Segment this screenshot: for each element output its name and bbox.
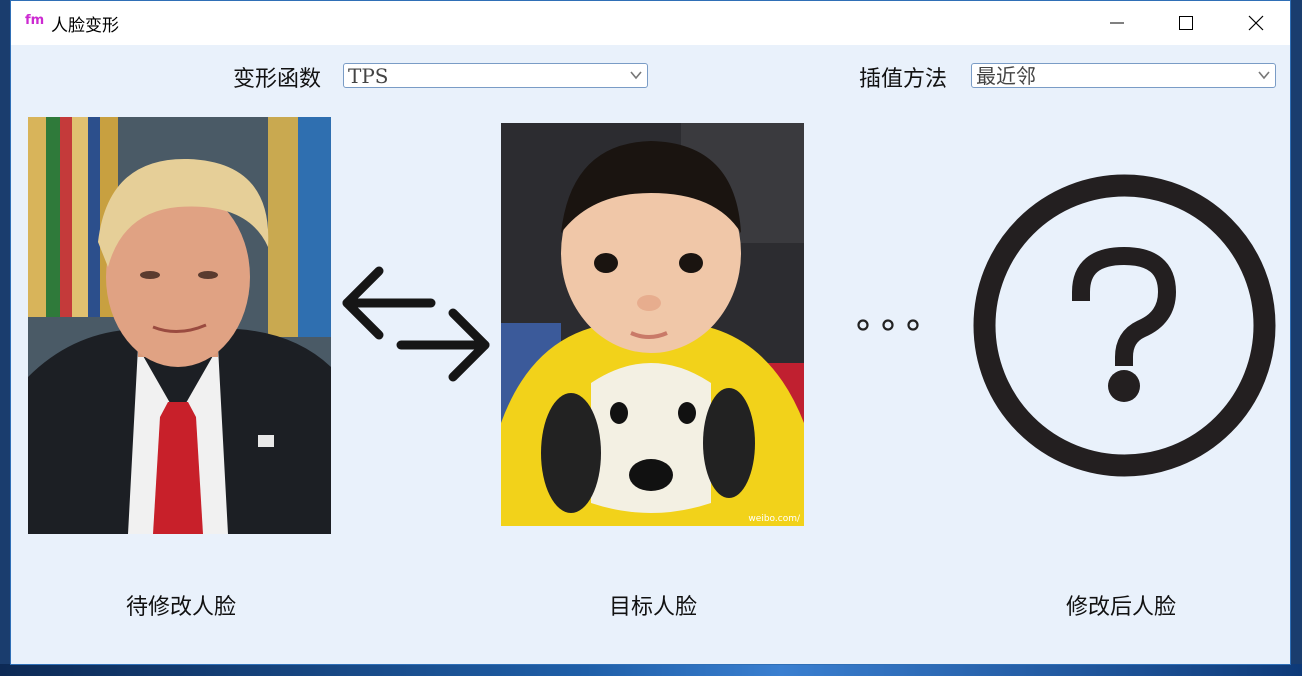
result-face-caption: 修改后人脸 [1065, 595, 1176, 620]
window-title: 人脸变形 [51, 16, 119, 36]
source-face-caption: 待修改人脸 [125, 595, 236, 620]
swap-arrows-icon [342, 266, 490, 382]
image-watermark: weibo.com/ [748, 514, 800, 524]
chevron-down-icon [630, 71, 642, 80]
title-bar[interactable]: fm 人脸变形 [11, 1, 1290, 45]
main-window: fm 人脸变形 变形函数 TPS 插值方法 最近邻 weibo.com/ 待修改… [10, 0, 1291, 665]
question-circle-icon [973, 174, 1276, 477]
warp-function-label: 变形函数 [233, 67, 322, 92]
interp-method-select[interactable]: 最近邻 [971, 63, 1276, 88]
maximize-icon [1179, 16, 1193, 30]
warp-function-select[interactable]: TPS [343, 63, 648, 88]
target-face-caption: 目标人脸 [608, 595, 697, 620]
warp-function-value: TPS [348, 64, 389, 88]
source-face-image [28, 117, 331, 534]
minimize-icon [1110, 22, 1124, 24]
minimize-button[interactable] [1094, 1, 1140, 45]
desktop-background [0, 664, 1302, 676]
chevron-down-icon [1258, 71, 1270, 80]
interp-method-label: 插值方法 [859, 67, 948, 92]
app-icon: fm [25, 13, 45, 28]
ellipsis-icon [857, 319, 919, 331]
interp-method-value: 最近邻 [976, 64, 1036, 88]
close-icon [1248, 15, 1264, 31]
close-button[interactable] [1233, 1, 1279, 45]
maximize-button[interactable] [1163, 1, 1209, 45]
target-face-image: weibo.com/ [501, 123, 804, 526]
